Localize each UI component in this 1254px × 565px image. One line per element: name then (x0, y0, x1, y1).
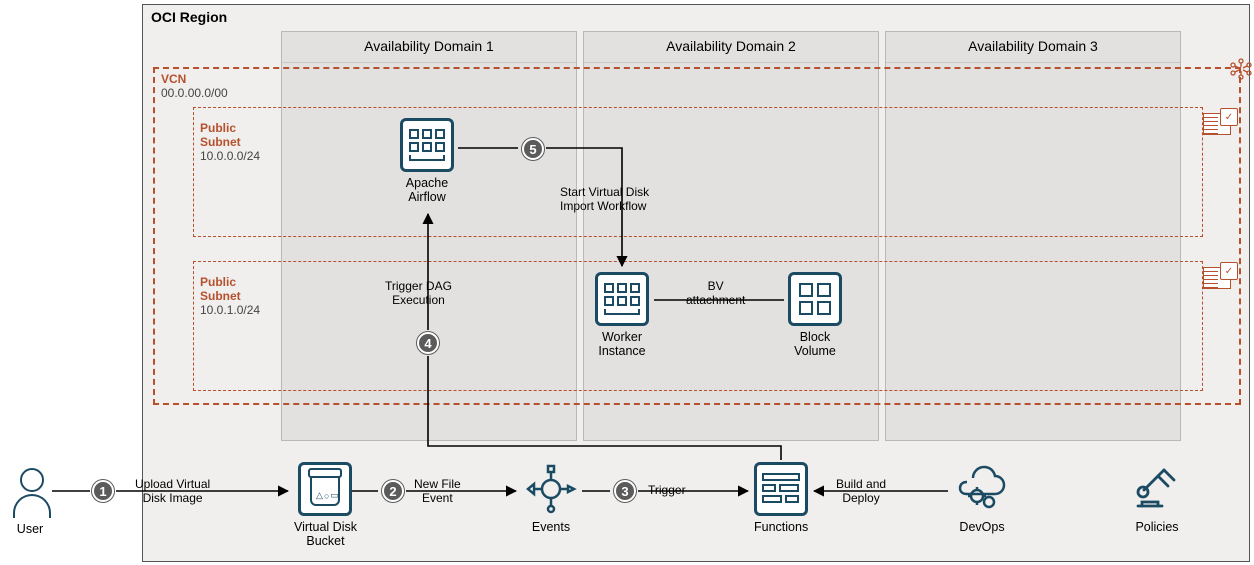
airflow-label: Apache Airflow (406, 176, 448, 205)
functions-label: Functions (754, 520, 808, 534)
events-node: Events (524, 462, 578, 534)
user-label: User (17, 522, 43, 536)
security-list-icon-1 (1203, 113, 1231, 135)
airflow-icon (400, 118, 454, 172)
label-upload-vd: Upload Virtual Disk Image (135, 478, 210, 506)
subnet1-label: Public Subnet10.0.0.0/24 (200, 122, 260, 163)
label-new-file-event: New File Event (414, 478, 461, 506)
events-label: Events (532, 520, 570, 534)
worker-icon (595, 272, 649, 326)
vcn-box: VCN 00.0.00.0/00 Public Subnet10.0.0.0/2… (153, 67, 1241, 405)
devops-icon (955, 462, 1009, 516)
step-badge-1: 1 (92, 480, 114, 502)
worker-label: Worker Instance (598, 330, 645, 359)
ad2-title: Availability Domain 2 (584, 32, 878, 63)
functions-node: Functions (754, 462, 808, 534)
block-volume-node: Block Volume (788, 272, 842, 359)
worker-instance-node: Worker Instance (595, 272, 649, 359)
label-trigger-dag: Trigger DAG Execution (385, 280, 452, 308)
policies-node: Policies (1130, 462, 1184, 534)
apache-airflow-node: Apache Airflow (400, 118, 454, 205)
functions-icon (754, 462, 808, 516)
label-bv-attach: BV attachment (686, 280, 745, 308)
vcn-label: VCN 00.0.00.0/00 (161, 73, 228, 101)
virtual-disk-bucket-node: △○▭ Virtual Disk Bucket (294, 462, 357, 549)
bucket-icon: △○▭ (298, 462, 352, 516)
devops-label: DevOps (959, 520, 1004, 534)
label-build-deploy: Build and Deploy (836, 478, 886, 506)
bucket-label: Virtual Disk Bucket (294, 520, 357, 549)
block-volume-icon (788, 272, 842, 326)
user-node: User (10, 468, 50, 536)
region-title: OCI Region (151, 9, 227, 25)
public-subnet-1: Public Subnet10.0.0.0/24 (193, 107, 1203, 237)
diagram-canvas: OCI Region Availability Domain 1 Availab… (0, 0, 1254, 565)
events-icon (524, 462, 578, 516)
subnet2-label: Public Subnet10.0.1.0/24 (200, 276, 260, 317)
policies-label: Policies (1135, 520, 1178, 534)
devops-node: DevOps (955, 462, 1009, 534)
label-start-workflow: Start Virtual Disk Import Workflow (560, 186, 649, 214)
vcn-hex-icon (1227, 55, 1254, 83)
step-badge-5: 5 (522, 138, 544, 160)
step-badge-2: 2 (382, 480, 404, 502)
step-badge-3: 3 (614, 480, 636, 502)
label-trigger: Trigger (648, 484, 686, 498)
security-list-icon-2 (1203, 267, 1231, 289)
user-icon (10, 468, 50, 518)
ad3-title: Availability Domain 3 (886, 32, 1180, 63)
block-volume-label: Block Volume (794, 330, 836, 359)
policies-icon (1130, 462, 1184, 516)
ad1-title: Availability Domain 1 (282, 32, 576, 63)
step-badge-4: 4 (417, 332, 439, 354)
